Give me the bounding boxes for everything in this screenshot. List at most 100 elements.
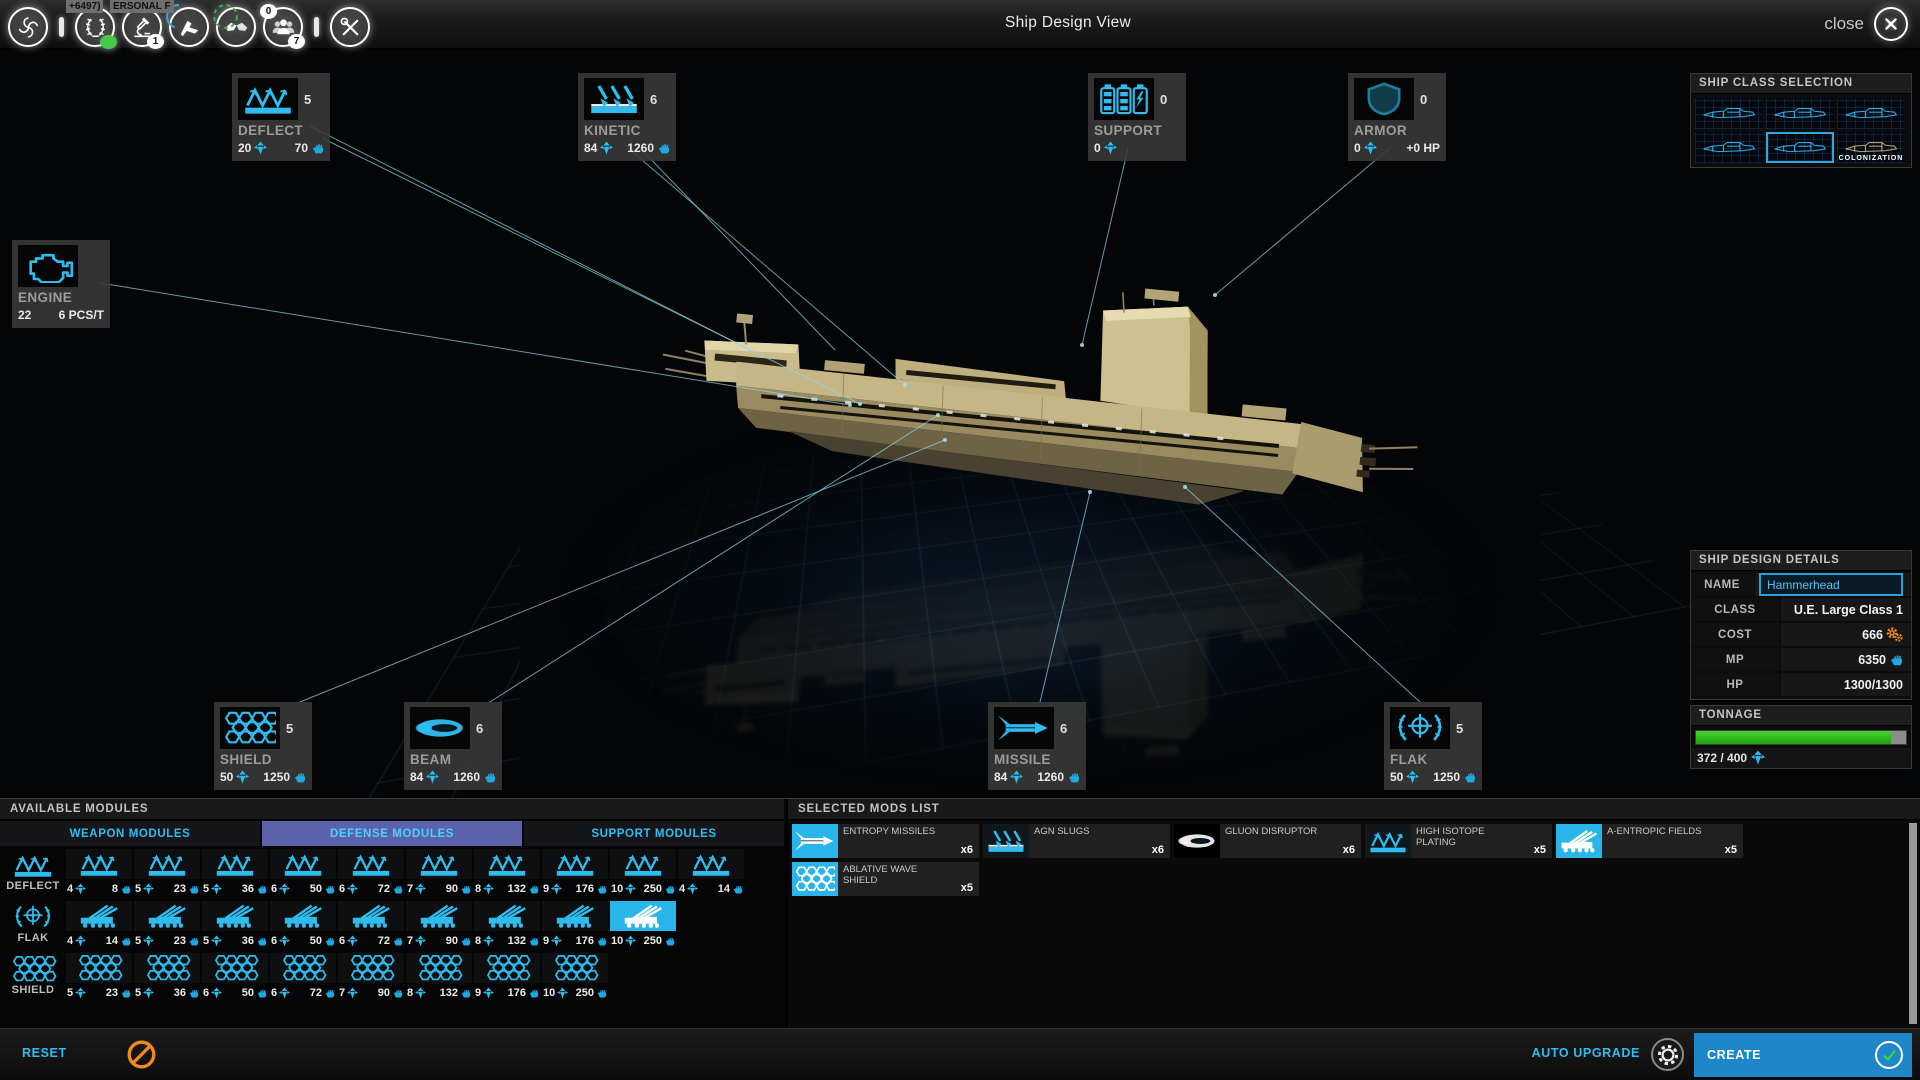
callout-kinetic[interactable]: 6 KINETIC 84 1260 <box>578 73 676 161</box>
shield-module-cell[interactable]: 9 176 <box>474 953 540 1002</box>
selected-mod-chip[interactable]: ABLATIVE WAVE SHIELD x5 <box>792 862 979 896</box>
mod-name: ABLATIVE WAVE SHIELD <box>843 864 918 886</box>
shield-module-cell[interactable]: 6 72 <box>270 953 336 1002</box>
reset-ban-icon[interactable] <box>126 1039 157 1070</box>
flak-module-cell[interactable]: 4 14 <box>66 901 132 950</box>
ship-thumbnail-icon <box>1771 104 1829 124</box>
flak-truck-icon <box>338 901 404 931</box>
power-fist-icon <box>460 935 471 947</box>
shield-honeycomb-icon <box>202 953 268 983</box>
deflect-icon <box>338 849 404 879</box>
ship-thumbnail-icon <box>1842 104 1900 124</box>
power-fist-icon <box>120 935 131 947</box>
tonnage-icon <box>1010 770 1023 784</box>
selected-mod-chip[interactable]: HIGH ISOTOPE PLATING x5 <box>1365 824 1552 858</box>
power-fist-icon <box>1889 652 1903 667</box>
tonnage-icon <box>557 987 568 999</box>
callout-flak[interactable]: 5 FLAK 50 1250 <box>1384 702 1482 790</box>
mod-icon <box>983 824 1029 858</box>
power-fist-icon <box>483 770 496 784</box>
shield-module-cell[interactable]: 5 36 <box>134 953 200 1002</box>
tonnage-icon <box>236 770 249 784</box>
fleet-fighter-icon[interactable] <box>166 4 209 47</box>
galaxy-icon[interactable] <box>8 7 48 47</box>
shield-module-cell[interactable]: 8 132 <box>406 953 472 1002</box>
ship-class-thumbnail[interactable]: COLONIZATION <box>1837 132 1905 163</box>
deflect-module-cell[interactable]: 4 14 <box>678 849 744 898</box>
auto-upgrade-gear-icon[interactable] <box>1651 1038 1684 1071</box>
ship-class-thumbnail[interactable] <box>1766 132 1834 163</box>
deflect-module-cell[interactable]: 5 23 <box>134 849 200 898</box>
flak-module-cell[interactable]: 6 50 <box>270 901 336 950</box>
selected-mod-chip[interactable]: GLUON DISRUPTOR x6 <box>1174 824 1361 858</box>
toolbar-divider <box>314 17 319 37</box>
achievements-laurel-icon[interactable] <box>75 7 117 49</box>
power-fist-icon <box>664 935 675 947</box>
selected-mod-chip[interactable]: A-ENTROPIC FIELDS x5 <box>1556 824 1743 858</box>
flak-module-cell[interactable]: 5 23 <box>134 901 200 950</box>
deflect-module-cell[interactable]: 5 36 <box>202 849 268 898</box>
ship-class-thumbnail[interactable] <box>1766 98 1834 129</box>
selected-mod-chip[interactable]: AGN SLUGS x6 <box>983 824 1170 858</box>
callout-beam[interactable]: 6 BEAM 84 1260 <box>404 702 502 790</box>
population-people-icon[interactable]: 0 7 <box>260 4 305 49</box>
flak-module-cell[interactable]: 10 250 <box>610 901 676 950</box>
callout-missile[interactable]: 6 MISSILE 84 1260 <box>988 702 1086 790</box>
shield-module-cell[interactable]: 6 50 <box>202 953 268 1002</box>
deflect-icon <box>134 849 200 879</box>
deflect-module-cell[interactable]: 8 132 <box>474 849 540 898</box>
reset-button[interactable]: RESET <box>22 1046 67 1060</box>
research-microscope-icon[interactable]: 1 <box>122 7 164 49</box>
ship-design-details-panel: SHIP DESIGN DETAILS NAME CLASS U.E. Larg… <box>1690 550 1912 700</box>
module-tab[interactable]: WEAPON MODULES <box>0 821 260 846</box>
deflect-module-cell[interactable]: 10 250 <box>610 849 676 898</box>
tonnage-icon <box>279 987 290 999</box>
shield-module-cell[interactable]: 10 250 <box>542 953 608 1002</box>
shipyard-tools-icon[interactable] <box>330 7 370 47</box>
module-tab[interactable]: SUPPORT MODULES <box>524 821 784 846</box>
flak-module-cell[interactable]: 8 132 <box>474 901 540 950</box>
flak-truck-icon <box>542 901 608 931</box>
ship-class-thumbnail[interactable] <box>1695 98 1763 129</box>
tonnage-icon <box>75 987 86 999</box>
tonnage-icon <box>347 987 358 999</box>
callout-engine[interactable]: ENGINE 22 6 PCS/T <box>12 240 110 328</box>
ship-class-thumbnail[interactable] <box>1695 132 1763 163</box>
auto-upgrade-button[interactable]: AUTO UPGRADE <box>1532 1046 1640 1060</box>
flak-module-cell[interactable]: 9 176 <box>542 901 608 950</box>
create-label: CREATE <box>1707 1048 1762 1062</box>
mods-scrollbar[interactable] <box>1909 823 1917 1024</box>
available-modules-header: AVAILABLE MODULES <box>0 799 784 820</box>
callout-deflect[interactable]: 5 DEFLECT 20 70 <box>232 73 330 161</box>
tonnage-icon <box>279 883 290 895</box>
ship-thumbnail-icon <box>1700 138 1758 158</box>
flak-truck-icon <box>474 901 540 931</box>
close-button[interactable]: close <box>1824 7 1908 41</box>
deflect-module-cell[interactable]: 6 50 <box>270 849 336 898</box>
shield-module-cell[interactable]: 5 23 <box>66 953 132 1002</box>
flak-module-cell[interactable]: 6 72 <box>338 901 404 950</box>
deflect-module-cell[interactable]: 4 8 <box>66 849 132 898</box>
diplomacy-handshake-icon[interactable] <box>213 4 256 47</box>
tonnage-icon <box>625 935 636 947</box>
power-fist-icon <box>664 883 675 895</box>
create-button[interactable]: CREATE <box>1694 1033 1912 1077</box>
detail-row-hp: HP 1300/1300 <box>1691 673 1911 696</box>
shield-module-cell[interactable]: 7 90 <box>338 953 404 1002</box>
callout-support[interactable]: 0 SUPPORT 0 <box>1088 73 1186 161</box>
selected-mod-chip[interactable]: ENTROPY MISSILES x6 <box>792 824 979 858</box>
ship-class-thumbnail[interactable] <box>1837 98 1905 129</box>
tonnage-icon <box>211 883 222 895</box>
deflect-module-cell[interactable]: 6 72 <box>338 849 404 898</box>
module-tab[interactable]: DEFENSE MODULES <box>262 821 522 846</box>
deflect-module-cell[interactable]: 7 90 <box>406 849 472 898</box>
ship-name-input[interactable] <box>1759 573 1903 596</box>
deflect-module-cell[interactable]: 9 176 <box>542 849 608 898</box>
mod-count: x5 <box>960 882 973 894</box>
flak-module-cell[interactable]: 7 90 <box>406 901 472 950</box>
flak-module-cell[interactable]: 5 36 <box>202 901 268 950</box>
callout-shield[interactable]: 5 SHIELD 50 1250 <box>214 702 312 790</box>
mods-scrollbar-thumb[interactable] <box>1909 823 1917 1024</box>
callout-armor[interactable]: 0 ARMOR 0 +0 HP <box>1348 73 1446 161</box>
mod-name: AGN SLUGS <box>1034 826 1090 837</box>
